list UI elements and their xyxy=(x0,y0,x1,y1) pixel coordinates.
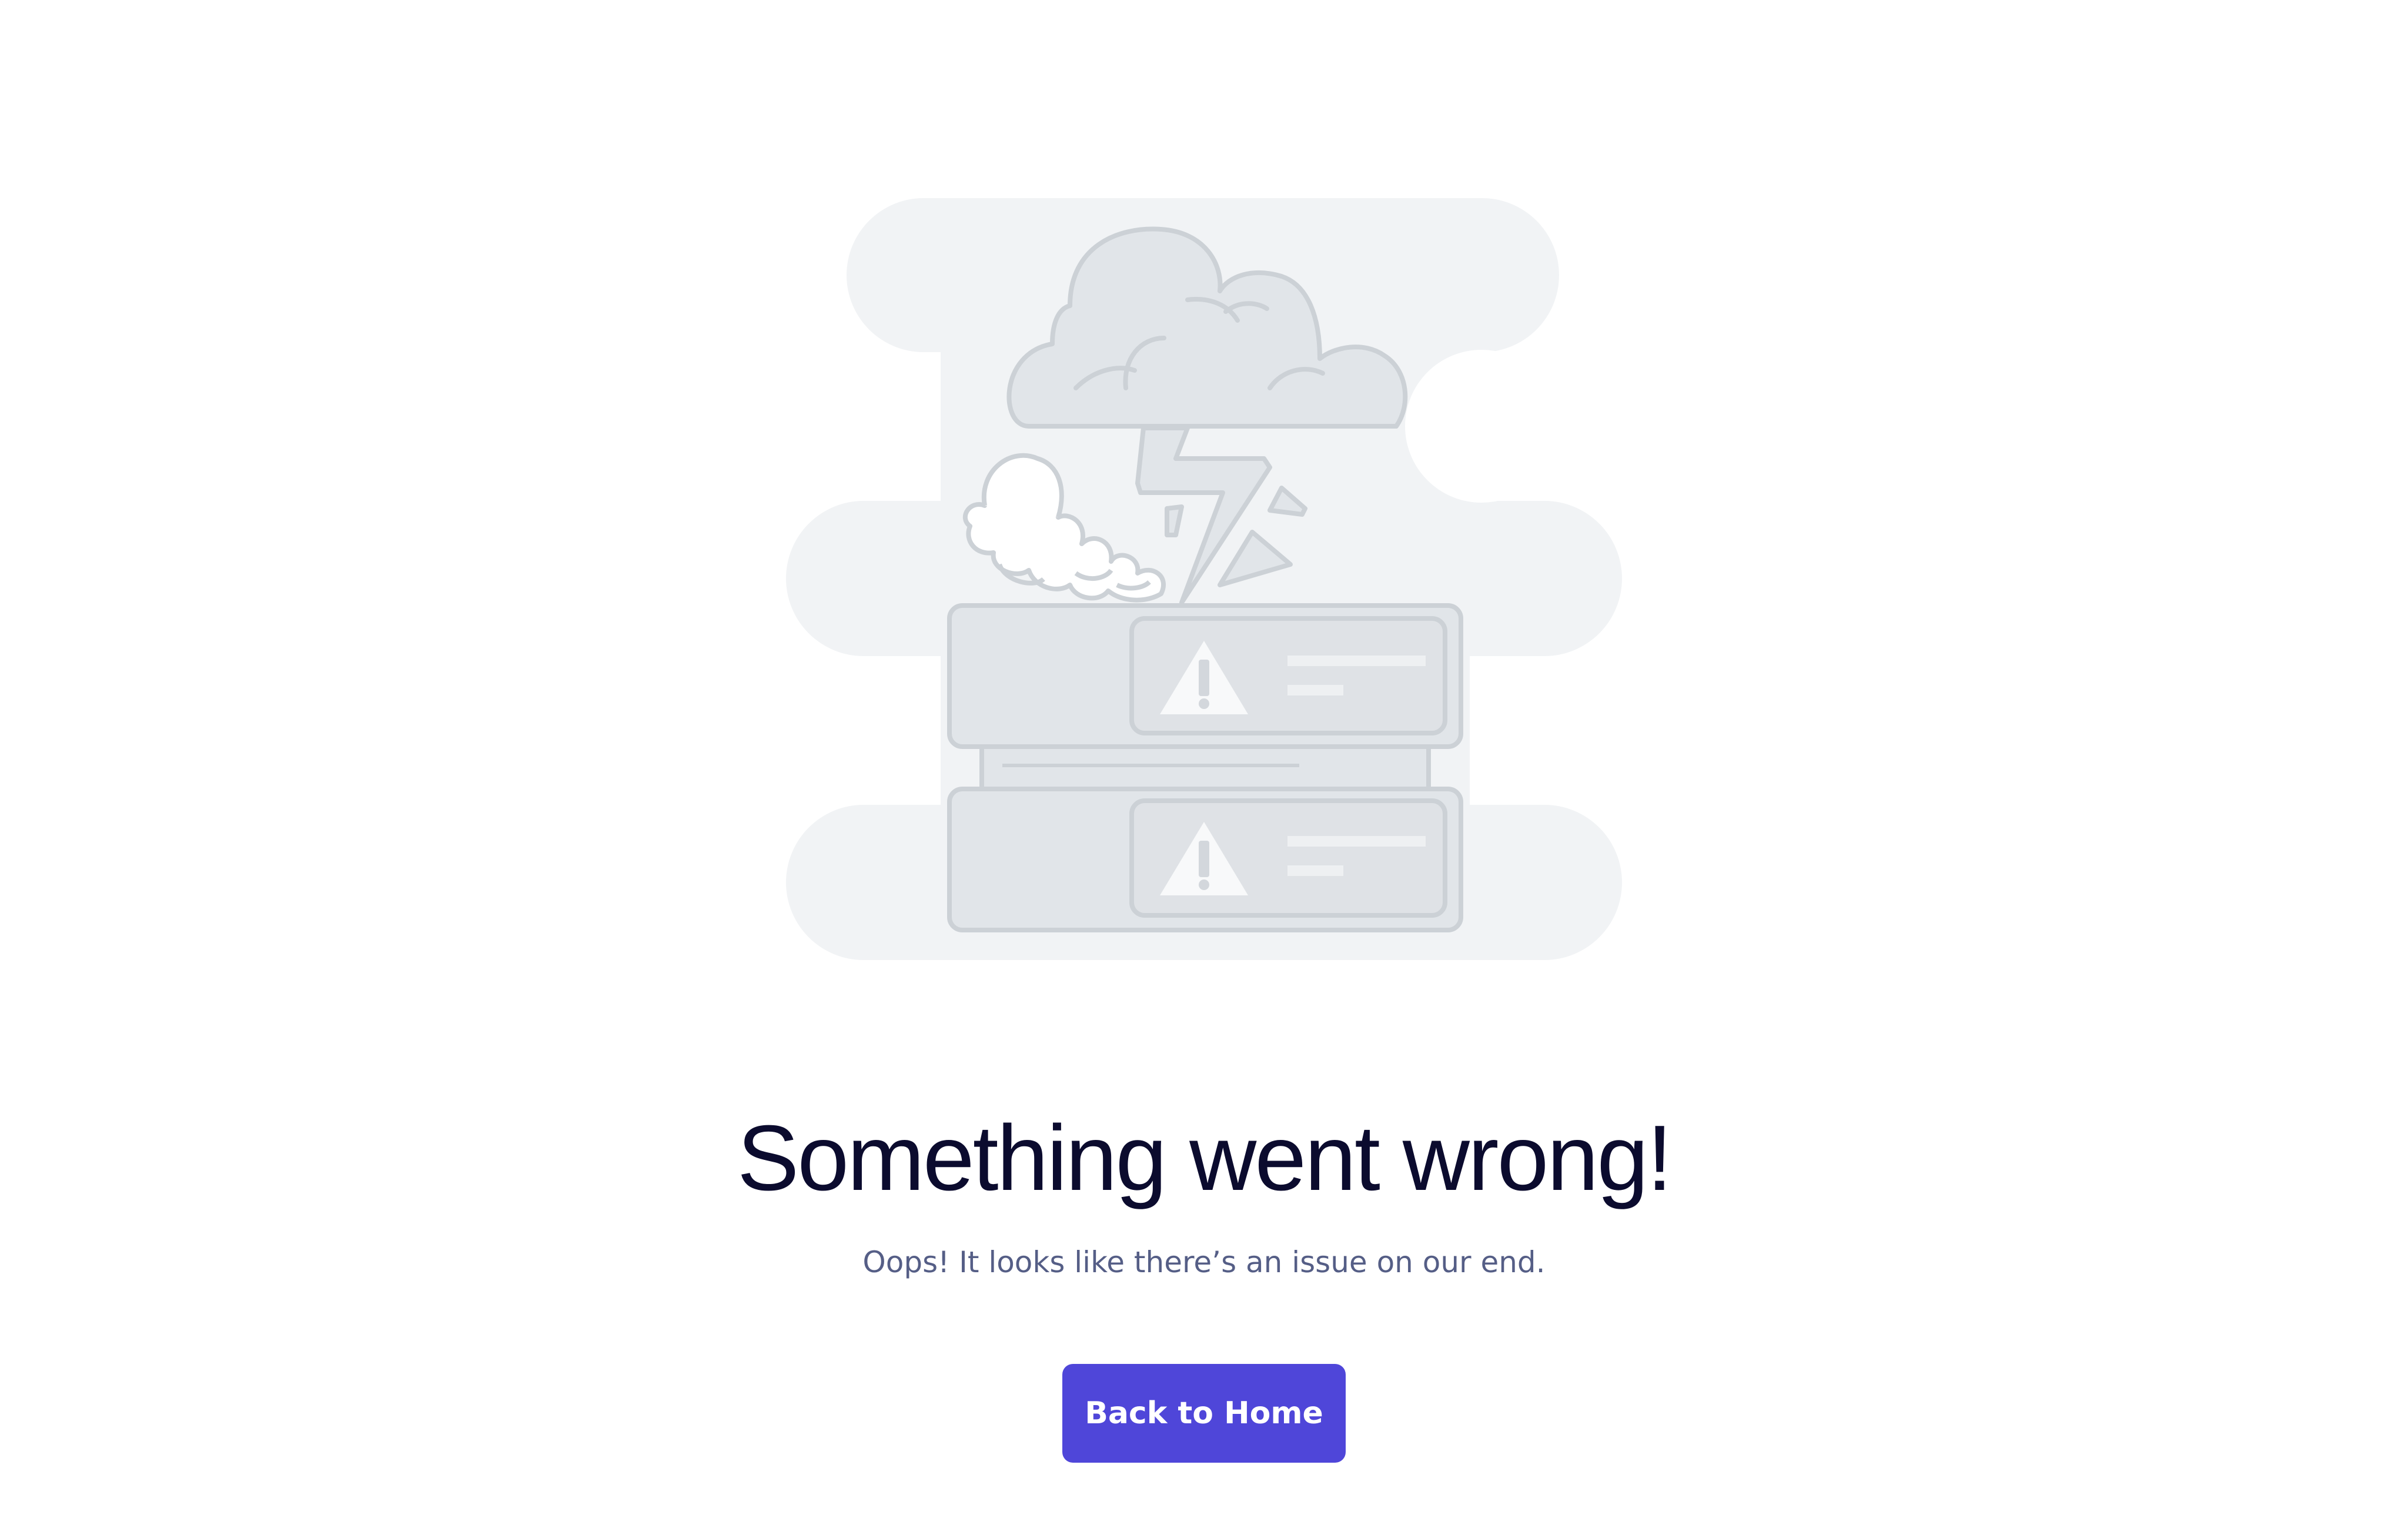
back-to-home-button[interactable]: Back to Home xyxy=(1062,1364,1346,1463)
server-storm-illustration xyxy=(782,194,1628,970)
error-description: Oops! It looks like there’s an issue on … xyxy=(862,1245,1546,1279)
page-title: Something went wrong! xyxy=(737,1106,1673,1210)
